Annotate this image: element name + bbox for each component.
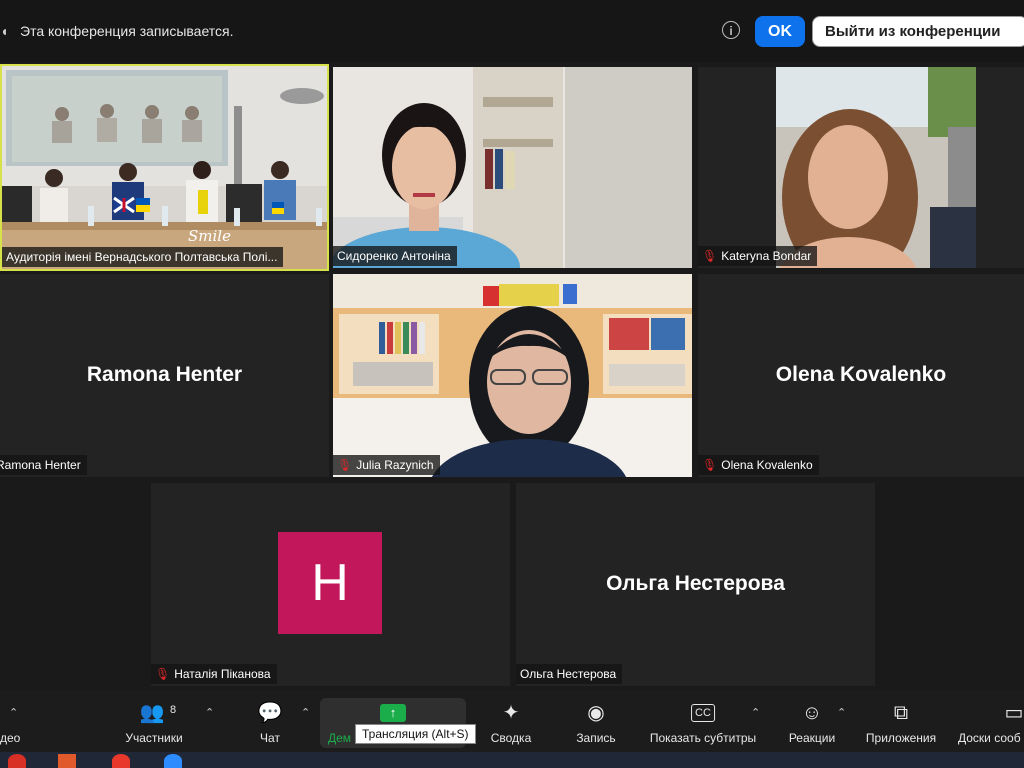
video-tile-room[interactable]: Smile Аудиторія імені Вернадського Полта… (0, 64, 329, 271)
participants-count: 8 (170, 704, 177, 716)
participant-name-nesterova: Ольга Нестерова (516, 664, 623, 684)
apps-label: Приложения (865, 731, 937, 745)
participant-name-razynich: 🎙 Julia Razynich (333, 455, 440, 475)
captions-options-caret[interactable]: ⌃ (751, 706, 760, 719)
bondar-video (776, 67, 976, 268)
reactions-button[interactable]: ☺ Реакции (784, 690, 840, 752)
participant-name-bondar: 🎙 Kateryna Bondar (698, 246, 818, 266)
muted-mic-icon: 🎙 (337, 458, 353, 472)
participant-center-name: Ramona Henter (86, 363, 243, 386)
muted-mic-icon: 🎙 (702, 249, 718, 263)
chat-button[interactable]: 💬 Чат (250, 690, 290, 752)
participant-name-text: Наталія Піканова (174, 667, 271, 681)
taskbar-app-icon[interactable] (58, 754, 76, 768)
participant-name-text: Аудиторія імені Вернадського Полтавська … (6, 250, 278, 264)
captions-button[interactable]: CC Показать субтитры (644, 690, 762, 752)
video-tile-razynich[interactable]: 🎙 Julia Razynich (333, 274, 692, 477)
taskbar-app-icon[interactable] (8, 754, 26, 768)
record-label: Запись (576, 731, 616, 745)
participant-name-sidorenko: Сидоренко Антоніна (333, 246, 457, 266)
apps-button[interactable]: ⧉ Приложения (860, 690, 942, 752)
meeting-toolbar: ⌃ део 👥 8 Участники ⌃ 💬 Чат ⌃ ↑ Дем ✦ Св… (0, 690, 1024, 752)
taskbar-app-icon[interactable] (112, 754, 130, 768)
summary-icon: ✦ (502, 702, 520, 724)
taskbar-app-icon[interactable] (164, 754, 182, 768)
smile-sign: Smile (188, 227, 231, 245)
leave-meeting-button[interactable]: Выйти из конференции (812, 16, 1024, 47)
chat-icon: 💬 (257, 702, 283, 724)
participants-label: Участники (125, 731, 183, 745)
muted-mic-icon: 🎙 (702, 458, 718, 472)
sidorenko-video (333, 67, 692, 268)
share-icon: ↑ (380, 704, 406, 722)
participant-name-text: Kateryna Bondar (721, 249, 812, 263)
video-tile-pikanova[interactable]: H 🎙 Наталія Піканова (151, 483, 510, 686)
ok-button[interactable]: OK (755, 16, 805, 47)
participant-center-name: Olena Kovalenko (775, 363, 947, 386)
record-button[interactable]: ◉ Запись (570, 690, 622, 752)
participant-name-text: Сидоренко Антоніна (337, 249, 451, 263)
participants-options-caret[interactable]: ⌃ (205, 706, 214, 719)
video-tile-kovalenko[interactable]: Olena Kovalenko 🎙 Olena Kovalenko (698, 274, 1024, 477)
captions-label: Показать субтитры (649, 731, 757, 745)
participant-name-kovalenko: 🎙 Olena Kovalenko (698, 455, 819, 475)
summary-button[interactable]: ✦ Сводка (486, 690, 536, 752)
muted-mic-icon: 🎙 (155, 667, 171, 681)
participant-name-room: Аудиторія імені Вернадського Полтавська … (2, 247, 284, 267)
recording-notice: Эта конференция записывается. (20, 23, 234, 39)
recording-banner: ◖ Эта конференция записывается. i OK Вый… (0, 0, 1024, 62)
room-video: Smile (2, 66, 327, 269)
captions-icon: CC (691, 704, 715, 722)
apps-icon: ⧉ (893, 702, 909, 724)
info-icon[interactable]: i (722, 21, 740, 39)
participants-button[interactable]: 👥 8 Участники (118, 690, 190, 752)
participant-name-text: Ramona Henter (0, 458, 81, 472)
video-tile-bondar[interactable]: 🎙 Kateryna Bondar (698, 67, 1024, 268)
video-tile-sidorenko[interactable]: Сидоренко Антоніна (333, 67, 692, 268)
chat-options-caret[interactable]: ⌃ (301, 706, 310, 719)
razynich-video (333, 274, 692, 477)
reactions-options-caret[interactable]: ⌃ (837, 706, 846, 719)
video-tile-nesterova[interactable]: Ольга Нестерова Ольга Нестерова (516, 483, 875, 686)
record-icon: ◉ (587, 702, 605, 724)
participants-icon: 👥 (139, 702, 165, 724)
whiteboards-button[interactable]: ▭ Доски сооб (956, 690, 1024, 752)
chat-label: Чат (260, 731, 280, 745)
summary-label: Сводка (490, 731, 532, 745)
reactions-icon: ☺ (801, 702, 823, 724)
recording-icon: ◖ (0, 23, 9, 39)
participant-name-text: Julia Razynich (356, 458, 434, 472)
os-taskbar (0, 752, 1024, 768)
avatar: H (278, 532, 382, 634)
participant-name-pikanova: 🎙 Наталія Піканова (151, 664, 277, 684)
reactions-label: Реакции (788, 731, 836, 745)
participant-center-name: Ольга Нестерова (606, 572, 785, 595)
whiteboard-icon: ▭ (1004, 702, 1024, 724)
share-tooltip: Трансляция (Alt+S) (355, 724, 476, 744)
video-tile-henter[interactable]: Ramona Henter Ramona Henter (0, 274, 329, 477)
video-button[interactable]: део (0, 690, 24, 752)
participant-name-text: Ольга Нестерова (520, 667, 617, 681)
avatar-letter: H (311, 554, 349, 612)
video-label: део (0, 731, 21, 745)
whiteboards-label: Доски сооб (958, 731, 1021, 745)
participant-name-text: Olena Kovalenko (721, 458, 813, 472)
participant-name-henter: Ramona Henter (0, 455, 87, 475)
